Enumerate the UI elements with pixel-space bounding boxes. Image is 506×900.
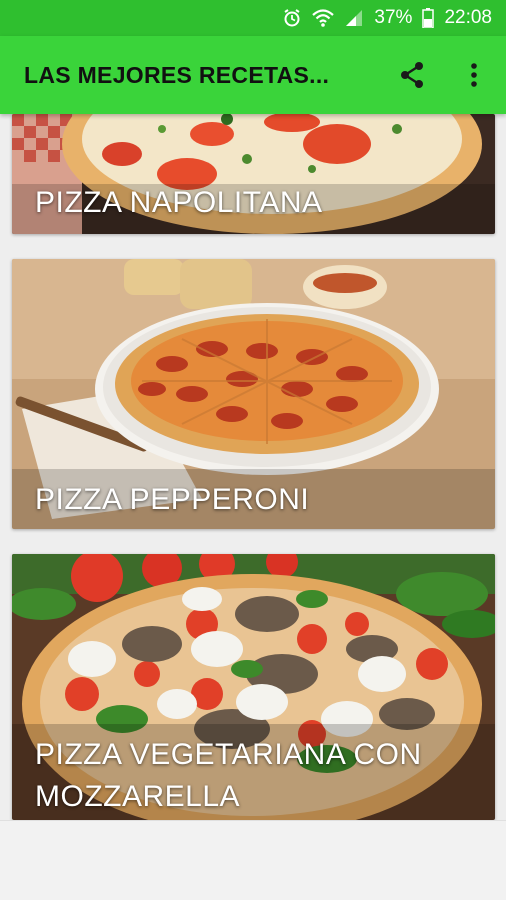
app-title: LAS MEJORES RECETAS...	[24, 61, 330, 88]
clock: 22:08	[444, 7, 492, 28]
recipe-list[interactable]: PIZZA NAPOLITANA PIZZA PEPPERONI PIZZA V…	[0, 114, 506, 820]
bottom-area	[0, 820, 506, 900]
recipe-title: PIZZA PEPPERONI	[35, 483, 310, 516]
share-icon[interactable]	[396, 59, 428, 91]
recipe-title: PIZZA NAPOLITANA	[35, 186, 323, 219]
more-vert-icon[interactable]	[458, 59, 490, 91]
recipe-card-vegetariana[interactable]: PIZZA VEGETARIANA CON MOZZARELLA	[12, 554, 495, 820]
signal-icon	[344, 8, 364, 28]
recipe-card-napolitana[interactable]: PIZZA NAPOLITANA	[12, 114, 495, 234]
recipe-card-pepperoni[interactable]: PIZZA PEPPERONI	[12, 259, 495, 529]
app-bar-actions	[396, 36, 490, 114]
wifi-icon	[312, 8, 335, 28]
battery-icon	[422, 8, 435, 28]
battery-percent: 37%	[374, 7, 413, 28]
app-bar: LAS MEJORES RECETAS...	[0, 36, 506, 114]
alarm-icon	[282, 8, 302, 28]
status-bar: 37% 22:08	[0, 0, 506, 36]
recipe-title: PIZZA VEGETARIANA CON MOZZARELLA	[35, 738, 422, 813]
